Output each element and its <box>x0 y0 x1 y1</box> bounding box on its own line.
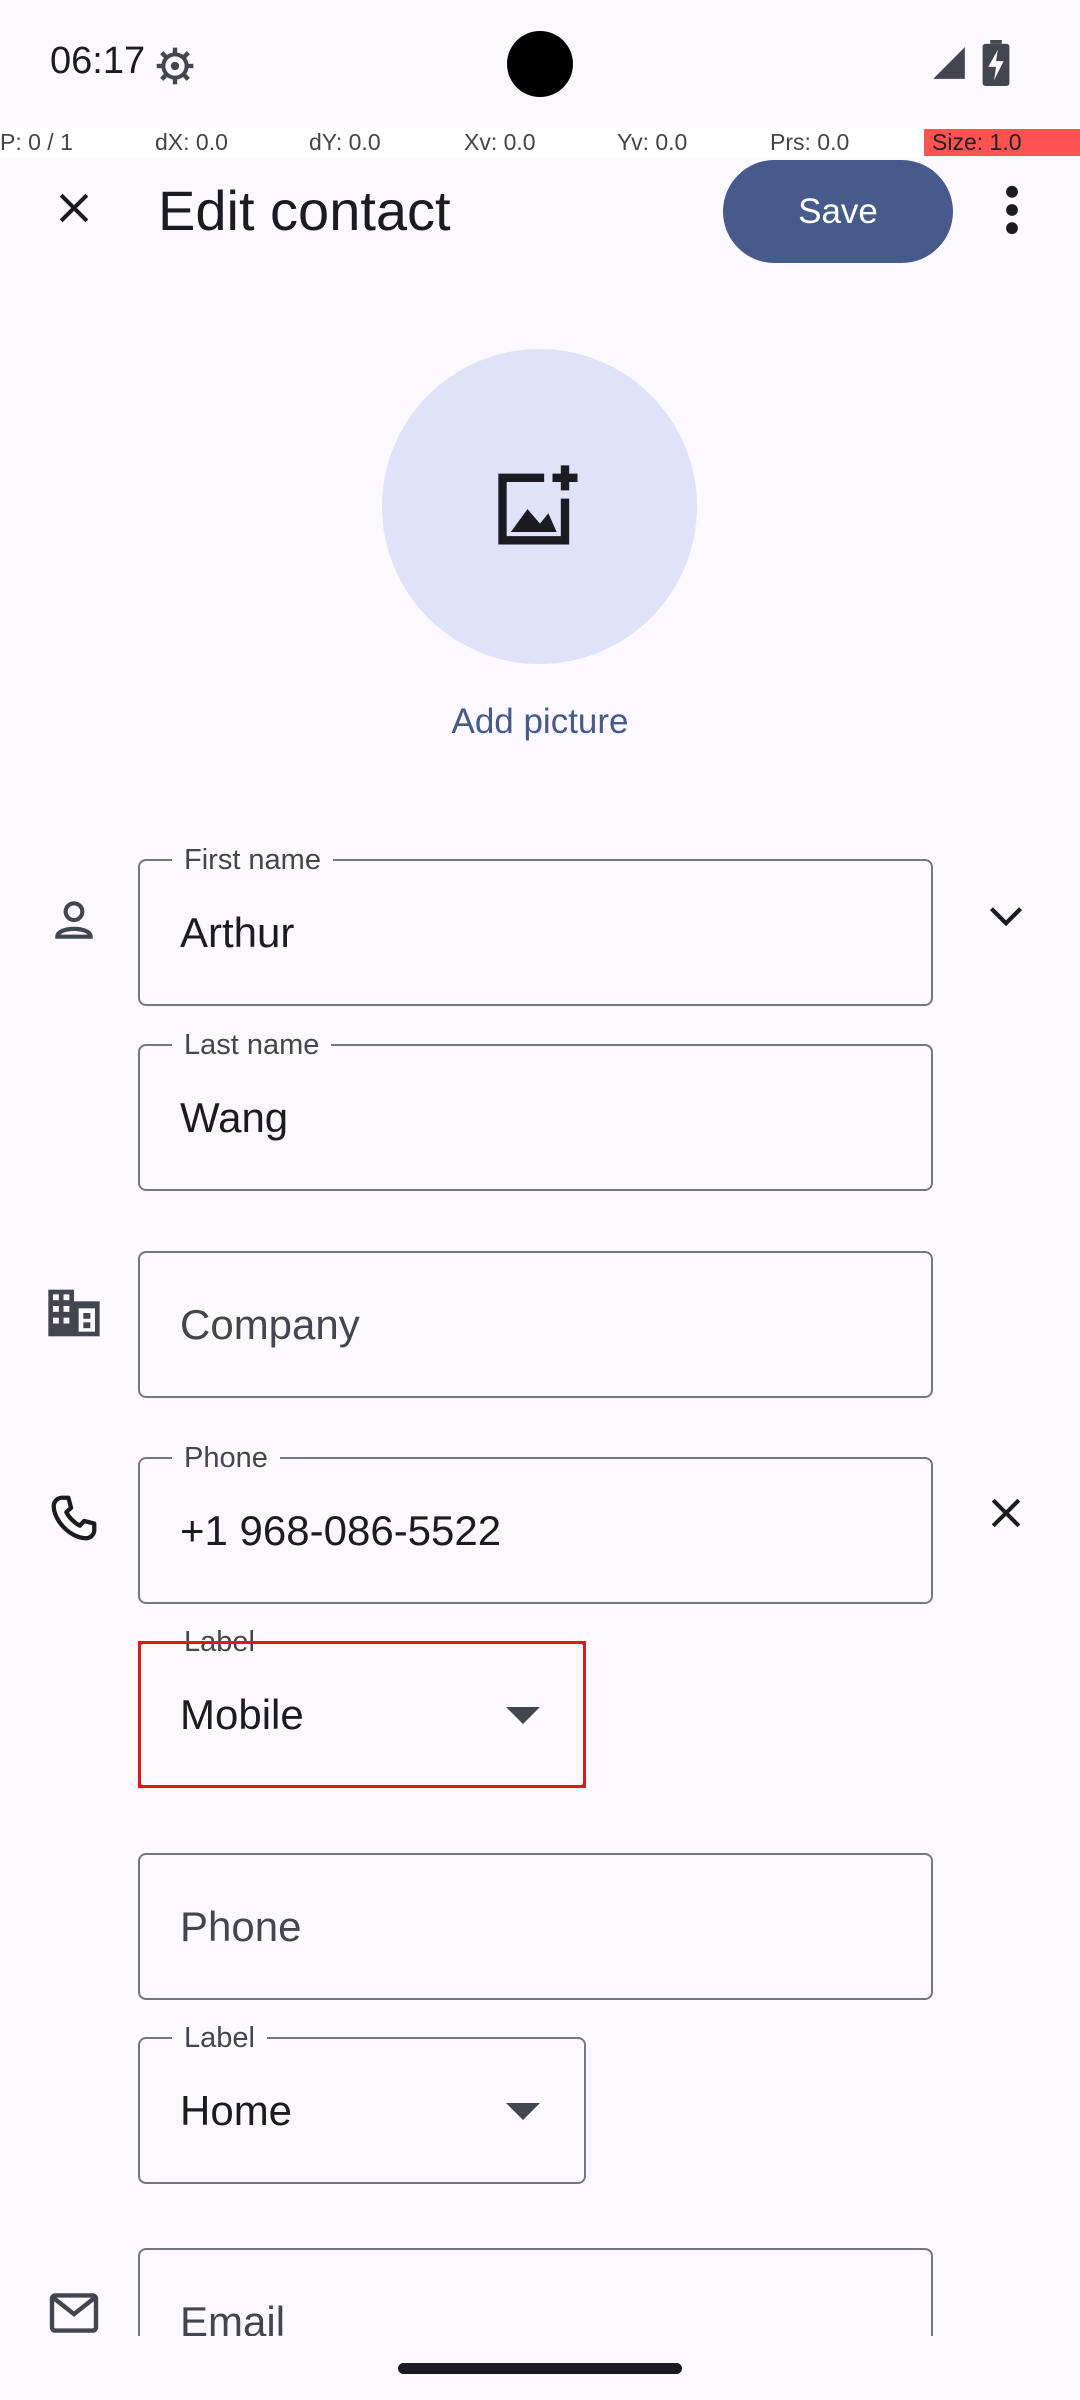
phone-field-1[interactable]: Phone +1 968-086-5522 <box>138 1442 933 1604</box>
status-time: 06:17 <box>50 40 146 82</box>
debug-prs: Prs: 0.0 <box>770 129 850 155</box>
remove-phone-button[interactable] <box>976 1483 1036 1543</box>
close-icon <box>991 1498 1021 1528</box>
phone-type-value-2: Home <box>180 2086 293 2134</box>
dropdown-arrow-icon <box>506 2102 540 2120</box>
settings-gear-icon <box>156 47 194 85</box>
camera-cutout <box>507 31 573 97</box>
add-picture-link[interactable]: Add picture <box>0 702 1080 742</box>
debug-dx: dX: 0.0 <box>155 129 228 155</box>
phone-type-select-2[interactable]: Label Home <box>138 2022 586 2184</box>
phone-icon <box>44 1488 104 1548</box>
page-title: Edit contact <box>158 179 451 242</box>
close-icon <box>59 193 89 223</box>
signal-icon <box>933 47 965 79</box>
add-photo-icon <box>497 464 577 544</box>
last-name-field[interactable]: Last name Wang <box>138 1029 933 1191</box>
contact-photo-button[interactable] <box>382 349 697 664</box>
first-name-value: Arthur <box>180 908 295 956</box>
save-button[interactable]: Save <box>723 160 953 263</box>
chevron-down-icon <box>989 907 1023 927</box>
close-button[interactable] <box>36 170 112 246</box>
debug-size: Size: 1.0 <box>924 129 1080 156</box>
expand-name-button[interactable] <box>976 887 1036 947</box>
email-icon <box>44 2283 104 2343</box>
debug-yv: Yv: 0.0 <box>617 129 688 155</box>
company-building-icon <box>44 1283 104 1343</box>
debug-pointer: P: 0 / 1 <box>0 129 73 155</box>
selection-highlight-box <box>138 1641 586 1788</box>
company-field[interactable]: Company <box>138 1251 933 1398</box>
phone-value: +1 968-086-5522 <box>180 1506 502 1554</box>
home-gesture-handle[interactable] <box>398 2363 682 2374</box>
debug-xv: Xv: 0.0 <box>464 129 536 155</box>
last-name-value: Wang <box>180 1093 289 1141</box>
company-placeholder: Company <box>180 1300 360 1348</box>
more-vert-icon <box>1006 185 1018 235</box>
pointer-debug-overlay: P: 0 / 1 dX: 0.0 dY: 0.0 Xv: 0.0 Yv: 0.0… <box>0 128 1080 158</box>
battery-charging-icon <box>982 40 1010 86</box>
person-icon <box>44 890 104 950</box>
debug-dy: dY: 0.0 <box>309 129 381 155</box>
more-options-button[interactable] <box>990 170 1034 250</box>
phone-placeholder: Phone <box>180 1902 302 1950</box>
phone-field-2[interactable]: Phone <box>138 1853 933 2000</box>
first-name-field[interactable]: First name Arthur <box>138 844 933 1006</box>
